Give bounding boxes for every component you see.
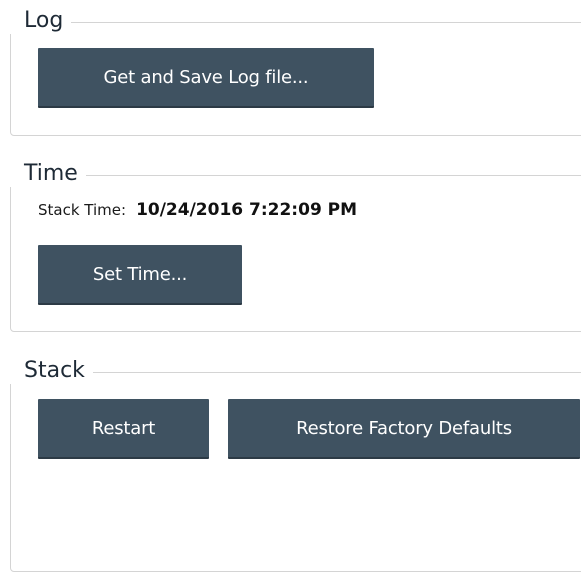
restart-button[interactable]: Restart <box>38 399 209 459</box>
get-and-save-log-file-button[interactable]: Get and Save Log file... <box>38 48 374 108</box>
time-group-title: Time <box>10 161 86 187</box>
stack-group-title: Stack <box>10 358 93 384</box>
stack-time-label: Stack Time: <box>38 201 127 219</box>
restore-factory-defaults-button[interactable]: Restore Factory Defaults <box>228 399 580 459</box>
set-time-button[interactable]: Set Time... <box>38 245 242 305</box>
stack-time-value: 10/24/2016 7:22:09 PM <box>136 200 358 220</box>
stack-time-row: Stack Time: 10/24/2016 7:22:09 PM <box>38 200 357 220</box>
log-group-title: Log <box>10 8 72 34</box>
